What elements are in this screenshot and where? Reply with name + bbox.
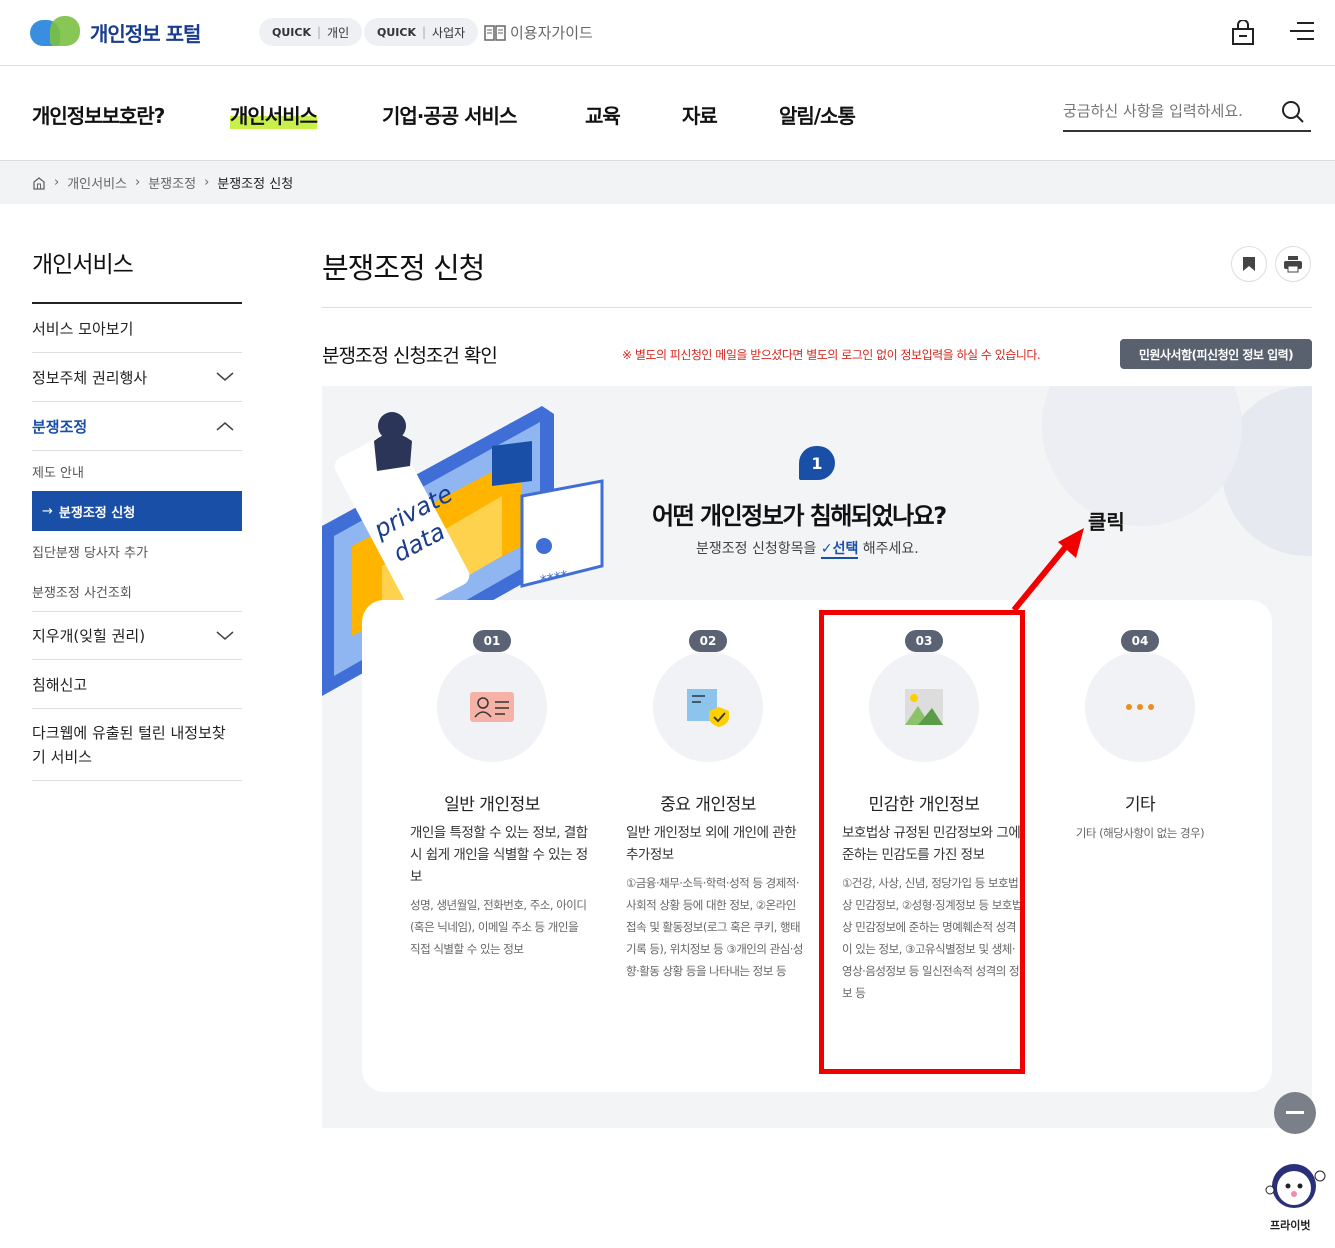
- home-icon[interactable]: [32, 176, 46, 190]
- card-detail-text: ①금융·채무·소득·학력·성적 등 경제적·사회적 상황 등에 대한 정보, ②…: [626, 876, 804, 978]
- sidebar-item-dispute[interactable]: 분쟁조정: [32, 402, 242, 451]
- breadcrumb-item[interactable]: 분쟁조정: [148, 173, 196, 192]
- search-box: [1063, 96, 1311, 132]
- quick-personal-label: 개인: [327, 25, 350, 40]
- step-badge: 1: [799, 446, 835, 480]
- sidebar-item-service-overview[interactable]: 서비스 모아보기: [32, 304, 242, 353]
- sidebar-item-eraser[interactable]: 지우개(잊힐 권리): [32, 611, 242, 660]
- category-cards: 01 일반 개인정보 개인을 특정할 수 있는 정보, 결합시 쉽게 개인을 식…: [362, 600, 1272, 1092]
- decorative-circle: [1042, 386, 1242, 526]
- card-description: 개인을 특정할 수 있는 정보, 결합시 쉽게 개인을 식별할 수 있는 정보 …: [410, 822, 590, 960]
- print-button[interactable]: [1275, 246, 1311, 282]
- card-desc-text: 일반 개인정보 외에 개인에 관한 추가정보: [626, 825, 797, 863]
- top-bar: 개인정보 포털 QUICK | 개인 QUICK | 사업자 이용자가이드: [0, 0, 1335, 66]
- card-desc-text: 개인을 특정할 수 있는 정보, 결합시 쉽게 개인을 식별할 수 있는 정보: [410, 825, 588, 885]
- nav-item-notice[interactable]: 알림/소통: [779, 100, 856, 129]
- sidebar: 서비스 모아보기 정보주체 권리행사 분쟁조정 제도 안내 → 분쟁조정 신청 집…: [32, 302, 242, 781]
- main-nav: 개인정보보호란? 개인서비스 기업·공공 서비스 교육 자료 알림/소통: [0, 66, 1335, 161]
- sidebar-sub-group-add[interactable]: 집단분쟁 당사자 추가: [32, 531, 242, 571]
- annotation-highlight-box: [819, 610, 1025, 1074]
- quick-tag: QUICK: [272, 25, 311, 39]
- login-lock-icon[interactable]: [1231, 20, 1255, 46]
- logo-text: 개인정보 포털: [90, 21, 201, 46]
- menu-icon[interactable]: [1289, 20, 1315, 42]
- collapse-button[interactable]: [1274, 1092, 1316, 1134]
- breadcrumb: › 개인서비스 › 분쟁조정 › 분쟁조정 신청: [0, 161, 1335, 204]
- question-subtitle: 분쟁조정 신청항목을 ✓선택 해주세요.: [696, 538, 919, 559]
- document-shield-icon: [653, 652, 763, 762]
- book-icon: [484, 24, 506, 41]
- sidebar-item-report[interactable]: 침해신고: [32, 660, 242, 709]
- chevron-down-icon: [216, 627, 234, 645]
- breadcrumb-current: 분쟁조정 신청: [217, 177, 294, 192]
- quick-tag: QUICK: [377, 25, 416, 39]
- sidebar-title: 개인서비스: [32, 252, 134, 278]
- nav-item-about[interactable]: 개인정보보호란?: [32, 100, 165, 129]
- sidebar-item-darkweb[interactable]: 다크웹에 유출된 털린 내정보찾기 서비스: [32, 709, 242, 781]
- sidebar-item-label: 분쟁조정: [32, 417, 88, 436]
- sidebar-sub-apply[interactable]: → 분쟁조정 신청: [32, 491, 242, 531]
- notice-text: ※ 별도의 피신청인 메일을 받으셨다면 별도의 로그인 없이 정보입력을 하실…: [622, 348, 1041, 362]
- card-description: 기타 (해당사항이 없는 경우): [1050, 822, 1230, 844]
- quick-business-button[interactable]: QUICK | 사업자: [364, 18, 479, 46]
- annotation-click-label: 클릭: [1088, 510, 1125, 534]
- annotation-arrow-icon: [1011, 528, 1084, 612]
- sidebar-sub-case-lookup[interactable]: 분쟁조정 사건조회: [32, 571, 242, 611]
- card-title: 중요 개인정보: [660, 795, 756, 815]
- card-number: 01: [473, 630, 511, 652]
- sidebar-sub-guide[interactable]: 제도 안내: [32, 451, 242, 491]
- card-title: 기타: [1124, 795, 1156, 815]
- chevron-right-icon: ›: [54, 175, 60, 190]
- nav-item-personal-service[interactable]: 개인서비스: [230, 100, 318, 129]
- nav-item-education[interactable]: 교육: [585, 100, 621, 129]
- card-number: 04: [1121, 630, 1159, 652]
- sidebar-item-label: 정보주체 권리행사: [32, 368, 148, 387]
- card-detail-text: 기타 (해당사항이 없는 경우): [1075, 826, 1205, 840]
- respondent-info-button[interactable]: 민원사서함(피신청인 정보 입력): [1120, 339, 1312, 369]
- card-detail-text: 성명, 생년월일, 전화번호, 주소, 아이디(혹은 닉네임), 이메일 주소 …: [410, 898, 587, 956]
- search-icon[interactable]: [1281, 100, 1305, 124]
- chevron-up-icon: [216, 417, 234, 435]
- sidebar-item-label: 지우개(잊힐 권리): [32, 627, 146, 645]
- chevron-right-icon: ›: [135, 175, 141, 190]
- bookmark-icon: [1243, 257, 1255, 271]
- quick-personal-button[interactable]: QUICK | 개인: [259, 18, 363, 46]
- logo-mark-icon: [30, 16, 80, 48]
- page-title: 분쟁조정 신청: [322, 251, 485, 285]
- id-card-icon: [437, 652, 547, 762]
- sidebar-item-label: 침해신고: [32, 675, 88, 694]
- question-sub-text: 해주세요.: [862, 541, 919, 557]
- sidebar-item-label: 다크웹에 유출된 털린 내정보찾기 서비스: [32, 723, 226, 766]
- site-logo[interactable]: 개인정보 포털: [30, 16, 201, 48]
- chevron-right-icon: ›: [204, 175, 210, 190]
- sidebar-item-rights[interactable]: 정보주체 권리행사: [32, 353, 242, 402]
- arrow-right-icon: →: [42, 503, 53, 519]
- nav-item-resources[interactable]: 자료: [682, 100, 718, 129]
- breadcrumb-item[interactable]: 개인서비스: [67, 173, 127, 192]
- card-description: 일반 개인정보 외에 개인에 관한 추가정보 ①금융·채무·소득·학력·성적 등…: [626, 822, 806, 982]
- sidebar-sub-label: 분쟁조정 신청: [58, 505, 136, 521]
- chevron-down-icon: [216, 368, 234, 386]
- card-title: 일반 개인정보: [444, 795, 540, 815]
- section-title: 분쟁조정 신청조건 확인: [322, 345, 498, 367]
- quick-business-label: 사업자: [432, 25, 466, 40]
- minus-icon: [1286, 1111, 1304, 1114]
- print-icon: [1284, 256, 1302, 273]
- user-guide-link[interactable]: 이용자가이드: [484, 22, 593, 43]
- select-highlight: ✓선택: [820, 541, 859, 559]
- user-guide-label: 이용자가이드: [510, 24, 593, 42]
- divider: [322, 307, 1312, 308]
- select-word: 선택: [832, 541, 859, 557]
- mascot-label: 프라이벗: [1270, 1219, 1311, 1232]
- check-icon: ✓: [820, 541, 833, 557]
- sidebar-item-label: 서비스 모아보기: [32, 319, 134, 338]
- card-number: 02: [689, 630, 727, 652]
- search-input[interactable]: [1063, 96, 1263, 126]
- nav-item-business-service[interactable]: 기업·공공 서비스: [382, 100, 517, 129]
- question-sub-text: 분쟁조정 신청항목을: [696, 541, 817, 557]
- question-title: 어떤 개인정보가 침해되었나요?: [652, 502, 947, 530]
- condition-panel: private data **** 1 어떤 개인정보가 침해되었나요? 분쟁조…: [322, 386, 1312, 1128]
- more-icon: [1085, 652, 1195, 762]
- bookmark-button[interactable]: [1231, 246, 1267, 282]
